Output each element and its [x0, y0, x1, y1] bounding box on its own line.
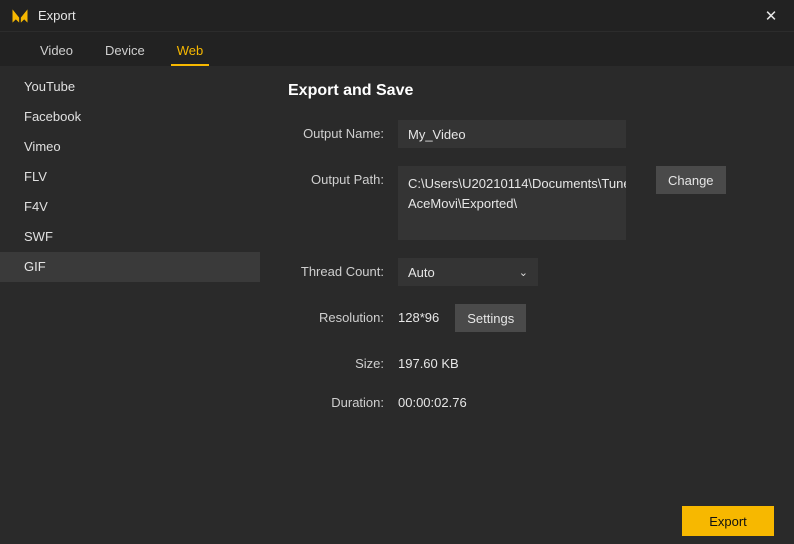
page-title: Export and Save	[288, 82, 766, 100]
label-output-path: Output Path:	[288, 166, 398, 187]
tabs: Video Device Web	[0, 32, 794, 66]
output-path-field[interactable]: C:\Users\U20210114\Documents\TunesKit Ac…	[398, 166, 626, 240]
change-path-button[interactable]: Change	[656, 166, 726, 194]
tab-device[interactable]: Device	[105, 43, 145, 66]
row-resolution: Resolution: 128*96 Settings	[288, 304, 766, 332]
size-value: 197.60 KB	[398, 350, 459, 371]
titlebar: Export ✕	[0, 0, 794, 32]
resolution-settings-button[interactable]: Settings	[455, 304, 526, 332]
label-output-name: Output Name:	[288, 120, 398, 141]
label-resolution: Resolution:	[288, 304, 398, 325]
duration-value: 00:00:02.76	[398, 389, 467, 410]
label-size: Size:	[288, 350, 398, 371]
thread-count-select[interactable]: Auto ⌄	[398, 258, 538, 286]
footer: Export	[0, 498, 794, 544]
sidebar-item-flv[interactable]: FLV	[0, 162, 260, 192]
sidebar: YouTube Facebook Vimeo FLV F4V SWF GIF	[0, 66, 260, 498]
sidebar-item-gif[interactable]: GIF	[0, 252, 260, 282]
sidebar-item-f4v[interactable]: F4V	[0, 192, 260, 222]
label-thread-count: Thread Count:	[288, 258, 398, 279]
window-title: Export	[38, 8, 76, 23]
thread-count-value: Auto	[408, 265, 435, 280]
export-body: YouTube Facebook Vimeo FLV F4V SWF GIF E…	[0, 66, 794, 498]
row-size: Size: 197.60 KB	[288, 350, 766, 371]
content-panel: Export and Save Output Name: Output Path…	[260, 66, 794, 498]
row-duration: Duration: 00:00:02.76	[288, 389, 766, 410]
resolution-value: 128*96	[398, 304, 439, 325]
app-logo-icon	[10, 6, 30, 26]
sidebar-item-vimeo[interactable]: Vimeo	[0, 132, 260, 162]
close-icon[interactable]: ✕	[758, 3, 784, 29]
sidebar-item-facebook[interactable]: Facebook	[0, 102, 260, 132]
row-thread-count: Thread Count: Auto ⌄	[288, 258, 766, 286]
label-duration: Duration:	[288, 389, 398, 410]
export-button[interactable]: Export	[682, 506, 774, 536]
tab-video[interactable]: Video	[40, 43, 73, 66]
sidebar-item-swf[interactable]: SWF	[0, 222, 260, 252]
output-name-input[interactable]	[398, 120, 626, 148]
chevron-down-icon: ⌄	[519, 266, 528, 279]
tab-web[interactable]: Web	[177, 43, 204, 66]
row-output-path: Output Path: C:\Users\U20210114\Document…	[288, 166, 766, 240]
row-output-name: Output Name:	[288, 120, 766, 148]
sidebar-item-youtube[interactable]: YouTube	[0, 72, 260, 102]
